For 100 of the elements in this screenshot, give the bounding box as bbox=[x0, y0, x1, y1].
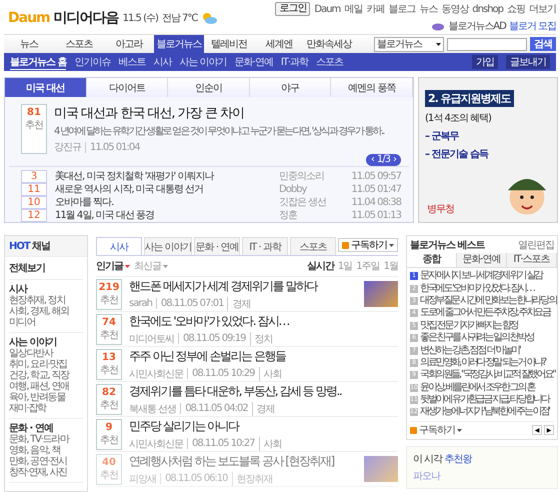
recruit-link[interactable]: 블로거 모집 bbox=[508, 19, 556, 33]
sub-nav-button[interactable]: 글보내기 bbox=[506, 55, 550, 69]
channel-link[interactable]: 재미·잡학 bbox=[9, 403, 83, 414]
nav-tab[interactable]: 만화속세상 bbox=[304, 35, 354, 53]
channel-link[interactable]: 미디어 bbox=[9, 317, 83, 328]
channel-link[interactable]: 창작·연재, 사진 bbox=[9, 467, 83, 478]
channel-link[interactable]: 문화, TV·드라마 bbox=[9, 434, 83, 445]
recommend-count: 11 bbox=[21, 182, 47, 196]
category-tab[interactable]: 시사 bbox=[96, 237, 142, 255]
headline-link[interactable]: 미국 대선과 한국 대선, 가장 큰 차이 bbox=[54, 104, 384, 122]
article-time: 08.11.05 10:27 bbox=[187, 438, 259, 449]
topic-tab[interactable]: 미국 대선 bbox=[5, 78, 87, 97]
open-edit-link[interactable]: 열린편집 bbox=[518, 238, 554, 252]
channel-link[interactable]: 만화, 공연·전시 bbox=[9, 456, 83, 467]
nav-tab[interactable]: 세계엔 bbox=[254, 35, 304, 53]
top-link[interactable]: 쇼핑 bbox=[507, 2, 525, 16]
topic-tab[interactable]: 다이어트 bbox=[86, 78, 168, 97]
topic-tab[interactable]: 야구 bbox=[250, 78, 332, 97]
category-tab[interactable]: IT · 과학 bbox=[242, 237, 288, 255]
article-link[interactable]: 주주 아닌 정부에 손벌리는 은행들 bbox=[129, 348, 398, 364]
logo: Daum bbox=[8, 10, 50, 26]
article-time: 11.05 01:47 bbox=[350, 184, 401, 194]
channel-link[interactable]: 취미, 요리·맛집 bbox=[9, 359, 83, 370]
channel-link[interactable]: 영화, 음악, 책 bbox=[9, 445, 83, 456]
sub-nav-tab[interactable]: 베스트 bbox=[118, 55, 146, 69]
top-link[interactable]: 뉴스 bbox=[419, 2, 438, 16]
previous-button[interactable]: ‹ bbox=[370, 154, 374, 166]
recommend-count: 81 추천 bbox=[21, 104, 47, 154]
author-name: 피앙새 bbox=[129, 472, 157, 486]
author-name: 시민사회신문 bbox=[129, 438, 184, 450]
caret-icon bbox=[436, 42, 441, 46]
sub-nav-tab[interactable]: 사는 이야기 bbox=[179, 55, 227, 69]
subscribe-link[interactable]: 구독하기 bbox=[410, 423, 462, 438]
category-label: 정치 bbox=[250, 332, 277, 346]
top-link[interactable]: 동영상 bbox=[441, 2, 468, 16]
more-link[interactable]: 더보기 bbox=[529, 2, 556, 16]
search-field[interactable] bbox=[447, 38, 527, 50]
sub-nav-tab[interactable]: IT·과학 bbox=[280, 55, 308, 69]
caret-icon bbox=[125, 264, 130, 268]
sub-nav-tab[interactable]: 블로거뉴스 홈 bbox=[10, 54, 66, 70]
panel-title: 블로거뉴스 베스트 bbox=[410, 238, 484, 252]
article-link[interactable]: 핸드폰 메세지가 세계 경제위기를 말하다 bbox=[129, 278, 357, 294]
best-tab[interactable]: 문화·연예 bbox=[457, 253, 507, 267]
article-link[interactable]: 11월 4일, 미국 대선 풍경 bbox=[55, 208, 271, 222]
channel-link[interactable]: 사회, 경제, 해외 bbox=[9, 306, 83, 317]
author-name: Dobby bbox=[279, 184, 308, 194]
nav-tab[interactable]: 텔레비전 bbox=[204, 35, 254, 53]
ad-label: 블로거뉴스AD bbox=[448, 20, 506, 33]
mouse-icon bbox=[431, 21, 446, 31]
topic-tab[interactable]: 인순이 bbox=[168, 78, 250, 97]
channel-link[interactable]: 현장취재, 정치 bbox=[9, 295, 83, 306]
channel-link[interactable]: 건강, 학교, 직장 bbox=[9, 370, 83, 381]
top-link[interactable]: Daum bbox=[314, 4, 340, 14]
sort-option[interactable]: 인기글 bbox=[96, 259, 130, 273]
topic-tab[interactable]: 예멘의 풍쪽 bbox=[331, 78, 413, 97]
top-link[interactable]: 카페 bbox=[366, 2, 384, 16]
recommend-count: 9 추천 bbox=[96, 418, 122, 450]
sub-nav-tab[interactable]: 시사 bbox=[153, 55, 172, 69]
best-tab[interactable]: IT·스포츠 bbox=[507, 253, 557, 267]
ad-banner[interactable]: 2. 유급지원병제도 (1석 4조의 혜택) – 군복무 – 전문기술 습득 병무청 bbox=[418, 77, 558, 223]
ad-heading: 2. 유급지원병제도 bbox=[425, 90, 514, 107]
recommend-count: 10 bbox=[21, 196, 47, 208]
top-link[interactable]: dnshop bbox=[472, 4, 503, 14]
category-tab[interactable]: 사는 이야기 bbox=[144, 237, 192, 255]
article-link[interactable]: 경제위기를 틈타 대운하, 부동산, 감세 등 망령.. bbox=[129, 382, 398, 400]
sub-nav-tab[interactable]: 인기이슈 bbox=[74, 55, 110, 69]
search-scope-dropdown[interactable]: 블로거뉴스 bbox=[374, 36, 444, 52]
sub-nav-tab[interactable]: 스포츠 bbox=[316, 55, 344, 69]
nav-tab[interactable]: 아고라 bbox=[104, 35, 154, 53]
sub-nav-button[interactable]: 가입 bbox=[472, 55, 498, 69]
channel-link[interactable]: 육아, 반려동물 bbox=[9, 392, 83, 403]
article-link[interactable]: 민주당 살리기는 아니다 bbox=[129, 418, 398, 434]
article-link[interactable]: 오바마를 찍다. bbox=[55, 195, 271, 209]
subscribe-button[interactable]: 구독하기 bbox=[338, 238, 398, 252]
category-tab[interactable]: 문화 · 연예 bbox=[194, 237, 240, 255]
period-option[interactable]: 실시간 bbox=[306, 259, 334, 273]
date-text: 11.5 (수) bbox=[122, 12, 158, 25]
article-time: 08.11.05 06:10 bbox=[160, 473, 232, 484]
nav-tab[interactable]: 스포츠 bbox=[54, 35, 104, 53]
search-button[interactable]: 검색 bbox=[530, 37, 556, 51]
caret-icon bbox=[389, 244, 394, 246]
author-name: 시민사회신문 bbox=[129, 368, 184, 380]
article-link[interactable]: 美대선, 미국 정치철학 '재평가' 이뤄지나 bbox=[55, 169, 271, 183]
author-name: 강진규 bbox=[54, 141, 82, 154]
login-button[interactable]: 로그인 bbox=[275, 2, 310, 16]
sub-nav-tab[interactable]: 문화·연예 bbox=[234, 55, 273, 69]
top-link[interactable]: 블로그 bbox=[388, 2, 416, 16]
article-link[interactable]: 새로운 역사의 시작, 미국 대통령 선거 bbox=[55, 182, 271, 196]
channel-link[interactable]: 일상다반사 bbox=[9, 348, 83, 359]
next-button[interactable]: › bbox=[393, 154, 396, 166]
article-summary: 4 년여에 달하는 유학기간 생활로 얻은 것이 무엇이냐고 누군가 묻는다면, '상식과 경우가 통하.. bbox=[54, 125, 384, 138]
category-tab[interactable]: 스포츠 bbox=[290, 237, 336, 255]
channel-link[interactable]: 여행, 패션, 연애 bbox=[9, 381, 83, 392]
nav-tab[interactable]: 뉴스 bbox=[4, 35, 54, 53]
article-link[interactable]: 연례행사처럼 하는 보도블록 공사 [현장취재] bbox=[129, 452, 357, 470]
caret-icon bbox=[457, 428, 462, 432]
nav-tab[interactable]: 블로거뉴스 bbox=[154, 35, 204, 53]
top-link[interactable]: 메일 bbox=[344, 2, 362, 16]
view-all-link[interactable]: 전체보기 bbox=[9, 257, 83, 280]
article-link[interactable]: 한국에도 '오바마'가 있었다. 잠시… bbox=[129, 312, 398, 330]
